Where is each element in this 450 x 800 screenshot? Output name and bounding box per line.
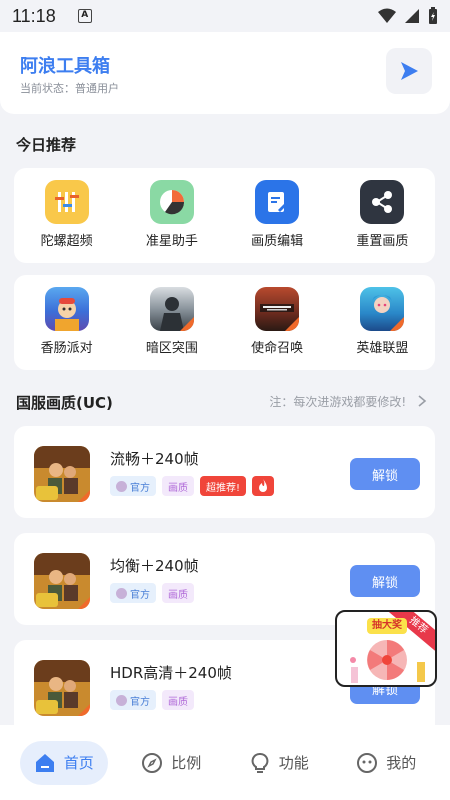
app-header: 阿浪工具箱 当前状态：普通用户 xyxy=(0,32,450,114)
tool-crosshair-helper[interactable]: 准星助手 xyxy=(127,180,217,249)
tag-official: 官方 xyxy=(110,583,156,603)
tab-label: 功能 xyxy=(278,754,309,772)
user-status: 当前状态：普通用户 xyxy=(20,82,119,95)
play-icon xyxy=(401,62,418,80)
item-name: 均衡＋240帧 xyxy=(110,557,199,575)
tool-reset-quality[interactable]: 重置画质 xyxy=(337,180,427,249)
status-time: 11:18 xyxy=(12,5,56,26)
list-item: 流畅＋240帧 官方 画质 超推荐! 解锁 xyxy=(14,426,435,518)
app-title: 阿浪工具箱 xyxy=(20,56,110,77)
bottom-tab-bar: 首页 比例 功能 我的 xyxy=(0,725,450,800)
game-league-of-legends[interactable]: 英雄联盟 xyxy=(337,287,427,356)
user-face-icon xyxy=(357,752,378,773)
pie-chart-icon xyxy=(149,180,194,224)
call-of-duty-icon xyxy=(255,287,300,331)
lightbulb-icon xyxy=(251,752,269,773)
edit-doc-icon xyxy=(255,180,300,224)
game-dark-zone[interactable]: 暗区突围 xyxy=(127,287,217,356)
tag-quality: 画质 xyxy=(162,583,194,603)
fire-icon xyxy=(252,476,275,496)
unlock-button[interactable]: 解锁 xyxy=(350,458,420,490)
tool-label: 陀螺超频 xyxy=(40,234,93,249)
home-icon xyxy=(35,753,54,772)
pubg-game-icon xyxy=(34,446,90,502)
tool-gyro-overclock[interactable]: 陀螺超频 xyxy=(22,180,112,249)
lottery-popup[interactable]: 推荐 抽大奖 xyxy=(335,610,437,687)
tag-quality: 画质 xyxy=(162,690,194,710)
share-icon xyxy=(360,180,405,224)
uc-note[interactable]: 注：每次进游戏都要修改! xyxy=(269,393,428,410)
notification-icon: A xyxy=(77,9,92,23)
avatar xyxy=(116,480,127,492)
tool-label: 准星助手 xyxy=(145,234,198,249)
dark-zone-icon xyxy=(149,287,194,331)
tool-quality-edit[interactable]: 画质编辑 xyxy=(232,180,322,249)
tag-official: 官方 xyxy=(110,690,156,710)
game-label: 香肠派对 xyxy=(40,341,93,356)
tab-mine[interactable]: 我的 xyxy=(342,741,430,785)
section-title-uc: 国服画质(UC) xyxy=(16,394,113,412)
league-of-legends-icon xyxy=(360,287,405,331)
game-label: 暗区突围 xyxy=(145,341,198,356)
section-title-today: 今日推荐 xyxy=(16,136,77,154)
tab-features[interactable]: 功能 xyxy=(235,741,323,785)
tab-label: 首页 xyxy=(63,754,94,772)
tab-ratio[interactable]: 比例 xyxy=(127,741,215,785)
tab-home[interactable]: 首页 xyxy=(19,740,108,785)
tab-label: 我的 xyxy=(386,754,417,772)
item-name: 流畅＋240帧 xyxy=(110,450,199,468)
signal-icon xyxy=(405,9,419,23)
pubg-game-icon xyxy=(34,553,90,609)
item-name: HDR高清＋240帧 xyxy=(110,664,232,682)
tab-label: 比例 xyxy=(171,754,202,772)
wifi-icon xyxy=(378,8,396,23)
uc-note-text: 注：每次进游戏都要修改! xyxy=(269,395,407,409)
tag-official: 官方 xyxy=(110,476,156,496)
game-call-of-duty[interactable]: 使命召唤 xyxy=(232,287,322,356)
chevron-right-icon xyxy=(418,395,427,407)
tool-label: 重置画质 xyxy=(356,234,409,249)
prize-wheel-icon xyxy=(350,640,425,683)
tag-hot: 超推荐! xyxy=(200,476,247,496)
unlock-button[interactable]: 解锁 xyxy=(350,565,420,597)
game-label: 英雄联盟 xyxy=(356,341,409,356)
tool-card: 陀螺超频 准星助手 画质编辑 重置画质 xyxy=(14,168,435,263)
avatar xyxy=(116,587,127,599)
battery-icon xyxy=(429,7,437,24)
pubg-game-icon xyxy=(34,660,90,716)
avatar xyxy=(116,694,127,706)
play-button[interactable] xyxy=(386,48,432,94)
status-bar: 11:18 A xyxy=(0,0,450,32)
game-label: 使命召唤 xyxy=(251,341,304,356)
tool-label: 画质编辑 xyxy=(251,234,304,249)
gyro-icon xyxy=(44,180,89,224)
game-card: 香肠派对 暗区突围 使命召唤 英雄联盟 xyxy=(14,275,435,370)
tag-quality: 画质 xyxy=(162,476,194,496)
sausage-party-icon xyxy=(44,287,89,331)
compass-icon xyxy=(142,752,163,773)
game-sausage-party[interactable]: 香肠派对 xyxy=(22,287,112,356)
